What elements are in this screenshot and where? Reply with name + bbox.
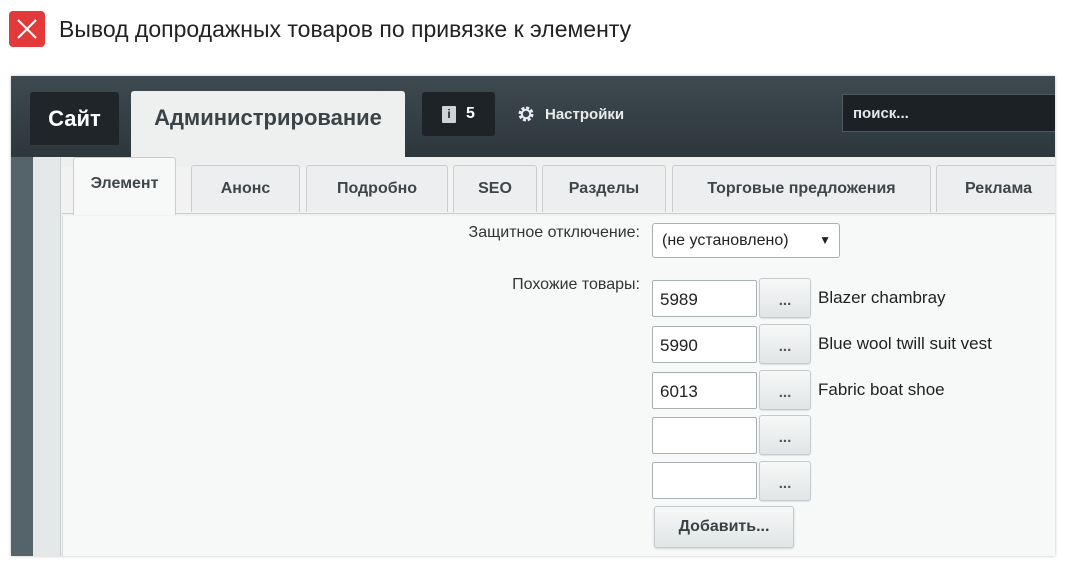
similar-item-id-4[interactable] (652, 417, 757, 454)
close-icon (9, 11, 45, 47)
info-icon: i (442, 105, 457, 123)
picker-button-2[interactable]: ... (759, 324, 811, 364)
similar-item-id-3[interactable]: 6013 (652, 372, 757, 409)
tab-ads[interactable]: Реклама (936, 165, 1055, 212)
similar-item-id-2[interactable]: 5990 (652, 326, 757, 363)
heading-text: Вывод допродажных товаров по привязке к … (59, 15, 632, 42)
tab-seo[interactable]: SEO (453, 165, 537, 212)
picker-button-1[interactable]: ... (759, 278, 811, 318)
picker-button-5[interactable]: ... (759, 461, 811, 501)
tab-element[interactable]: Элемент (73, 157, 176, 215)
protection-value: (не установлено) (662, 231, 789, 249)
left-panel-edge (11, 157, 33, 556)
settings-label: Настройки (545, 105, 625, 123)
gear-icon (518, 106, 534, 122)
tab-details[interactable]: Подробно (306, 165, 448, 212)
similar-item-name-2: Blue wool twill suit vest (818, 334, 992, 353)
dropdown-arrow-icon: ▼ (819, 233, 831, 247)
similar-item-id-5[interactable] (652, 462, 757, 499)
similar-products-label: Похожие товары: (512, 276, 640, 293)
add-button[interactable]: Добавить... (654, 506, 794, 548)
tabs-divider (62, 213, 1055, 214)
protection-select[interactable]: (не установлено) ▼ (652, 223, 840, 258)
settings-button[interactable]: Настройки (517, 103, 624, 125)
tab-announce[interactable]: Анонс (191, 165, 300, 212)
similar-item-name-1: Blazer chambray (818, 288, 946, 307)
admin-top-bar: Сайт Администрирование i 5 Настройки пои… (11, 76, 1055, 157)
notifications-button[interactable]: i 5 (422, 92, 495, 136)
similar-item-name-3: Fabric boat shoe (818, 380, 945, 399)
admin-screenshot: Сайт Администрирование i 5 Настройки пои… (11, 76, 1055, 556)
tab-offers[interactable]: Торговые предложения (672, 165, 931, 212)
site-tab[interactable]: Сайт (30, 92, 119, 145)
picker-button-4[interactable]: ... (759, 415, 811, 455)
similar-item-id-1[interactable]: 5989 (652, 280, 757, 317)
notification-count: 5 (466, 105, 475, 122)
protection-label: Защитное отключение: (468, 224, 640, 241)
tab-sections[interactable]: Разделы (542, 165, 666, 212)
left-panel (33, 157, 61, 556)
picker-button-3[interactable]: ... (759, 370, 811, 410)
page-heading: Вывод допродажных товаров по привязке к … (9, 11, 631, 47)
search-input[interactable]: поиск... (842, 94, 1055, 132)
admin-tab[interactable]: Администрирование (131, 91, 405, 157)
